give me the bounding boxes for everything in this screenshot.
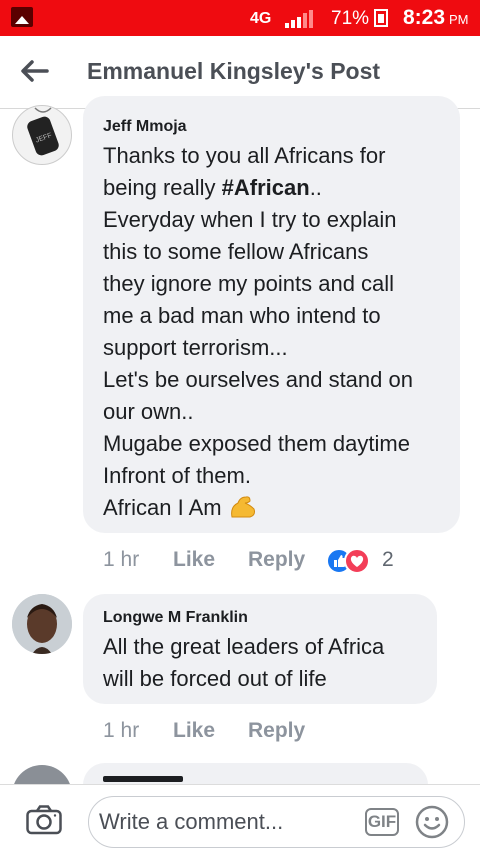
comment-line: Thanks to you all Africans for [103,143,386,168]
flexed-biceps-icon [230,496,255,518]
comment-line: me a bad man who intend to [103,303,381,328]
battery-icon [374,9,388,27]
reactions[interactable]: 2 [326,548,406,574]
comment-line: African I Am [103,492,455,524]
avatar[interactable] [12,594,72,654]
comment-line: they ignore my points and call [103,271,395,296]
clock: 8:23 [403,6,446,29]
back-arrow-icon[interactable] [20,60,50,82]
comment-line: Mugabe exposed them daytime [103,431,410,456]
comment-line: support terrorism... [103,335,288,360]
hashtag-link[interactable]: #African [222,175,310,200]
emoji-icon[interactable] [415,805,449,839]
comment-line-text: African I Am [103,495,222,520]
reply-button[interactable]: Reply [248,719,305,743]
comment-line-text: being really [103,175,222,200]
camera-icon[interactable] [26,805,62,835]
gif-button[interactable]: GIF [365,808,399,836]
comment-input[interactable]: Write a comment... GIF [88,796,465,848]
status-bar: 4G 71% 8:23 PM [0,0,480,36]
comment-line: this to some fellow Africans [103,239,369,264]
comment-time: 1 hr [103,548,140,571]
like-button[interactable]: Like [173,548,215,572]
clock-ampm: PM [449,12,469,27]
comment-line-text: .. [309,175,322,200]
comment-line: our own.. [103,399,194,424]
gallery-icon [11,7,33,27]
network-type: 4G [250,10,272,27]
comment-author-partial [103,776,183,782]
comment-text: Thanks to you all Africans for being rea… [103,140,455,524]
comment-input-placeholder: Write a comment... [99,809,284,834]
comment-line: Everyday when I try to explain [103,207,397,232]
comment-line: Let's be ourselves and stand on [103,367,413,392]
like-button[interactable]: Like [173,719,215,743]
comment-line: All the great leaders of Africa [103,634,385,659]
signal-icon [285,10,313,28]
avatar[interactable]: JEFF [12,105,72,165]
battery-percent: 71% [331,8,370,29]
love-reaction-icon [344,548,370,574]
comment-author[interactable]: Jeff Mmoja [103,118,187,136]
reply-button[interactable]: Reply [248,548,305,572]
comment-author[interactable]: Longwe M Franklin [103,609,248,627]
comment-time: 1 hr [103,719,140,742]
page-title: Emmanuel Kingsley's Post [87,58,381,84]
comment-line: Infront of them. [103,463,251,488]
comment-text: All the great leaders of Africa will be … [103,631,433,695]
comment-composer: Write a comment... GIF [0,784,480,855]
reactions-count: 2 [382,548,394,571]
comment-line: will be forced out of life [103,666,327,691]
comment-line: being really #African.. [103,172,455,204]
